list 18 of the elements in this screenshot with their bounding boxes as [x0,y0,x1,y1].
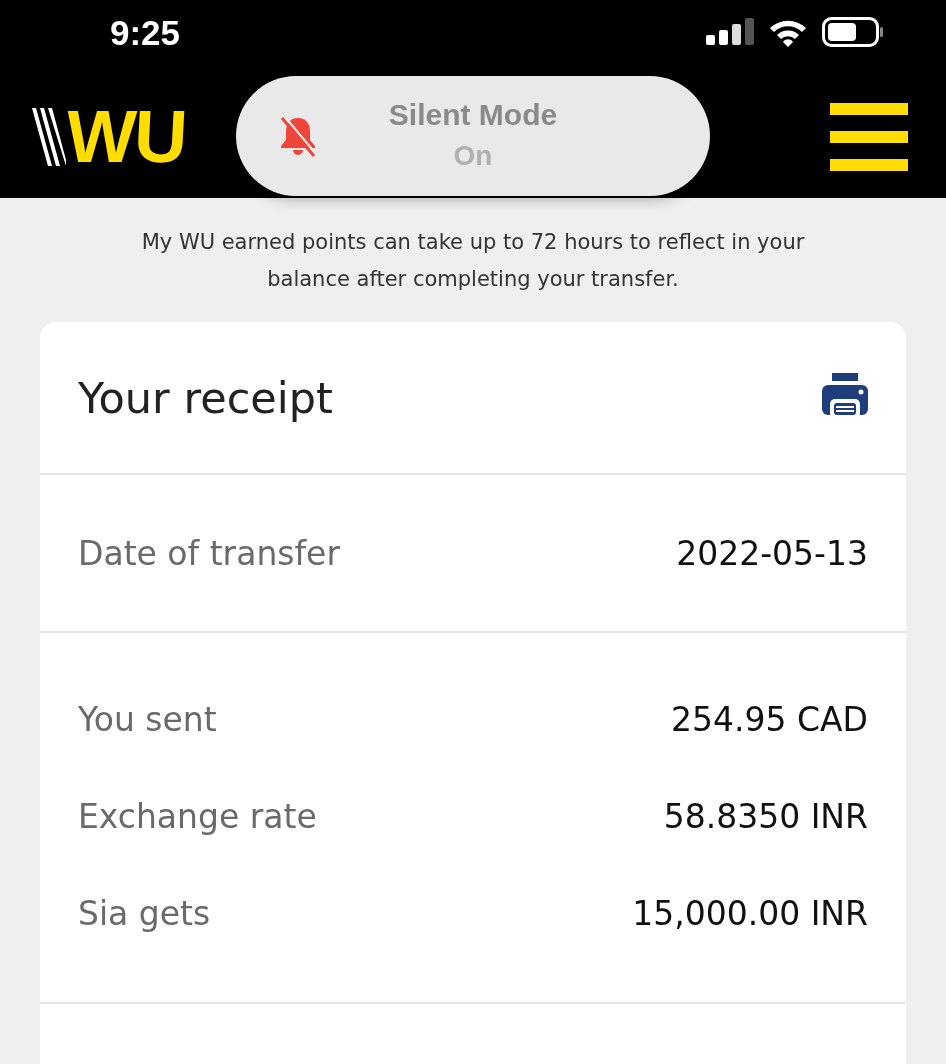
row-value: 2022-05-13 [676,533,868,573]
points-notice: My WU earned points can take up to 72 hours to reflect in your balance after completing your transfer. [140,229,806,293]
row-value: 58.8350 INR [663,797,868,836]
logo: WU [60,94,190,179]
banner-title: Silent Mode [388,98,558,132]
row-label: Date of transfer [78,533,340,573]
stripes-icon [32,105,66,168]
row-value: 15,000.00 INR [632,894,868,933]
row-label: Exchange rate [78,797,317,836]
receipt-title: Your receipt [78,372,333,423]
menu-icon[interactable] [830,102,908,171]
row-label: You sent [78,700,217,739]
row-label: Sia gets [78,894,211,933]
banner-state: On [453,140,493,172]
status-time: 9:25 [110,12,181,53]
row-value: 254.95 CAD [671,700,868,739]
battery-icon [822,17,884,47]
signal-icon [706,17,754,47]
